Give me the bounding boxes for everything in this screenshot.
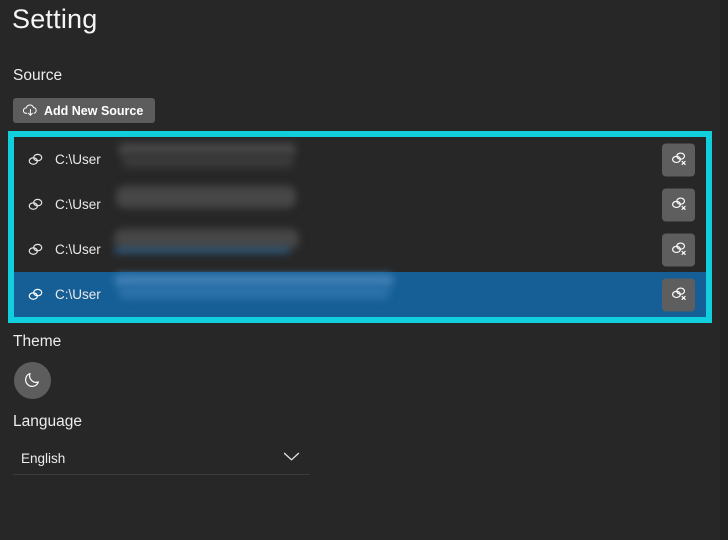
unlink-icon bbox=[670, 239, 688, 260]
add-new-source-button[interactable]: Add New Source bbox=[13, 98, 156, 123]
moon-icon bbox=[23, 370, 42, 392]
source-path-text: C:\User bbox=[55, 151, 101, 167]
cloud-download-icon bbox=[23, 104, 38, 117]
redaction-block bbox=[114, 274, 394, 287]
source-path-text: C:\User bbox=[55, 286, 101, 302]
right-edge-strip bbox=[720, 0, 728, 540]
page-title: Setting bbox=[12, 4, 98, 34]
source-list-item-selected[interactable]: C:\User bbox=[14, 272, 706, 317]
source-path-text: C:\User bbox=[55, 241, 101, 257]
redaction-block bbox=[122, 154, 294, 168]
link-icon bbox=[26, 241, 44, 259]
source-path-text: C:\User bbox=[55, 196, 101, 212]
theme-toggle-button[interactable] bbox=[14, 362, 51, 399]
language-section-label: Language bbox=[13, 413, 82, 430]
unlink-icon bbox=[670, 284, 688, 305]
settings-page: Setting Source Add New Source C:\User C:… bbox=[0, 0, 720, 540]
source-list-highlight-box: C:\User C:\User C:\User C:\User bbox=[8, 131, 712, 323]
redaction-block bbox=[114, 248, 290, 253]
link-icon bbox=[26, 286, 44, 304]
redaction-block bbox=[118, 286, 390, 299]
source-list-item[interactable]: C:\User bbox=[14, 182, 706, 227]
link-icon bbox=[26, 196, 44, 214]
add-new-source-label: Add New Source bbox=[44, 103, 144, 118]
redaction-block bbox=[116, 186, 296, 208]
remove-source-button[interactable] bbox=[662, 143, 695, 176]
link-icon bbox=[26, 151, 44, 169]
redaction-block bbox=[118, 143, 296, 156]
source-list-item[interactable]: C:\User bbox=[14, 137, 706, 182]
unlink-icon bbox=[670, 194, 688, 215]
source-section-label: Source bbox=[13, 67, 63, 84]
language-select[interactable]: English bbox=[13, 442, 310, 475]
source-list-item[interactable]: C:\User bbox=[14, 227, 706, 272]
remove-source-button[interactable] bbox=[662, 233, 695, 266]
chevron-down-icon bbox=[283, 449, 300, 467]
remove-source-button[interactable] bbox=[662, 188, 695, 221]
language-select-value: English bbox=[21, 450, 66, 466]
redaction-block bbox=[114, 229, 299, 249]
theme-section-label: Theme bbox=[13, 333, 62, 350]
remove-source-button[interactable] bbox=[662, 278, 695, 311]
unlink-icon bbox=[670, 149, 688, 170]
source-list: C:\User C:\User C:\User C:\User bbox=[14, 137, 706, 317]
